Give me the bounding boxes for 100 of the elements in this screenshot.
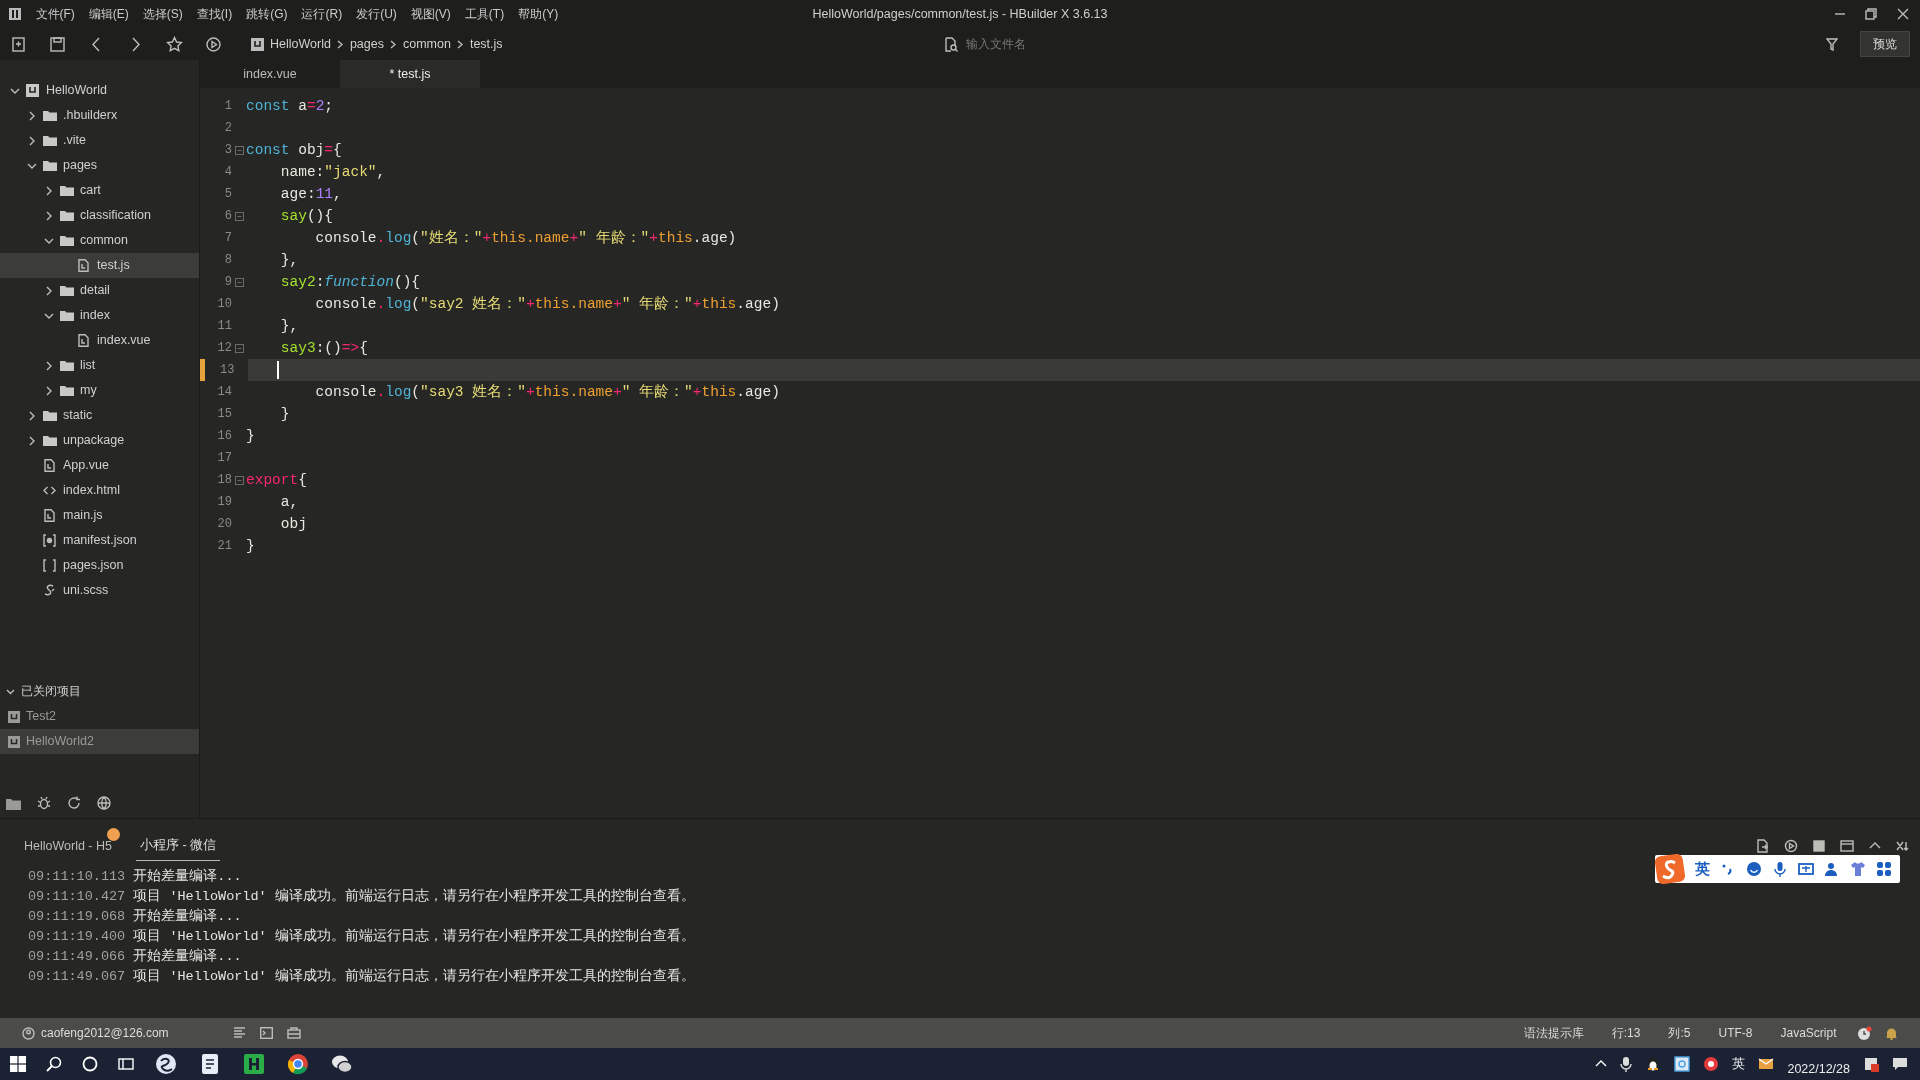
clear-icon[interactable] <box>1896 839 1910 853</box>
breadcrumb-link[interactable]: test.js <box>469 34 503 54</box>
network-icon[interactable] <box>286 1027 301 1039</box>
restore-icon[interactable] <box>1865 8 1878 20</box>
mail-icon[interactable] <box>1758 1057 1775 1071</box>
tree-item[interactable]: index.html <box>0 478 199 503</box>
menu-item[interactable]: 帮助(Y) <box>511 5 566 23</box>
code-line: console.log("say3 姓名："+this.name+" 年龄："+this.age) <box>314 383 781 402</box>
star-icon[interactable] <box>166 35 183 53</box>
status-item[interactable]: 语法提示库 <box>1516 1023 1592 1043</box>
globe-icon[interactable] <box>97 796 111 810</box>
user-icon[interactable] <box>1824 861 1840 877</box>
closed-project-item[interactable]: HelloWorld2 <box>0 729 199 754</box>
bug-icon[interactable] <box>37 796 51 810</box>
console-tab[interactable]: HelloWorld - H5 <box>20 835 116 861</box>
new-file-icon[interactable] <box>10 35 27 53</box>
tree-item[interactable]: App.vue <box>0 453 199 478</box>
browser-icon[interactable] <box>286 1052 310 1076</box>
menu-item[interactable]: 文件(F) <box>28 5 82 23</box>
tree-item[interactable]: uni.scss <box>0 578 199 603</box>
tree-item[interactable]: static <box>0 403 199 428</box>
windows-start-icon[interactable] <box>10 1056 26 1072</box>
tree-item[interactable]: classification <box>0 203 199 228</box>
tree-item[interactable]: .vite <box>0 128 199 153</box>
folder-icon[interactable] <box>6 796 21 810</box>
filter-icon[interactable] <box>1826 37 1838 51</box>
code-line: export{ <box>246 471 308 490</box>
ime-mode[interactable]: 英 <box>1695 857 1710 881</box>
app-logo-icon <box>8 7 22 21</box>
task-view-icon[interactable] <box>118 1056 134 1072</box>
menu-item[interactable]: 编辑(E) <box>81 5 136 23</box>
grid-icon[interactable] <box>1876 861 1892 877</box>
menu-item[interactable]: 视图(V) <box>403 5 458 23</box>
tree-item[interactable]: pages <box>0 153 199 178</box>
status-item[interactable]: 列:5 <box>1660 1023 1698 1043</box>
tree-item[interactable]: index <box>0 303 199 328</box>
status-item[interactable]: JavaScript <box>1772 1023 1844 1043</box>
taskbar-date[interactable]: 2022/12/28 <box>1787 1059 1850 1079</box>
menu-item[interactable]: 选择(S) <box>135 5 190 23</box>
breadcrumb-link[interactable]: pages <box>349 34 384 54</box>
breadcrumb-link[interactable]: HelloWorld <box>270 34 331 54</box>
folder-icon <box>60 309 74 322</box>
record-icon[interactable] <box>1703 1056 1720 1072</box>
menu-item[interactable]: 查找(I) <box>189 5 240 23</box>
circle-icon[interactable] <box>82 1056 98 1072</box>
shirt-icon[interactable] <box>1850 861 1866 877</box>
tree-item[interactable]: detail <box>0 278 199 303</box>
console-tab[interactable]: 小程序 - 微信 <box>136 835 221 861</box>
refresh-icon[interactable] <box>67 796 81 810</box>
search-field[interactable]: 输入文件名 <box>964 34 1164 54</box>
stop-icon[interactable] <box>1812 839 1826 853</box>
list-icon[interactable] <box>232 1027 246 1039</box>
bell-icon[interactable] <box>1885 1026 1898 1040</box>
folder-icon <box>60 384 74 397</box>
tree-item[interactable]: HelloWorld <box>0 78 199 103</box>
editor-app-icon[interactable] <box>242 1052 266 1076</box>
play-icon[interactable] <box>1784 839 1798 853</box>
tree-item[interactable]: unpackage <box>0 428 199 453</box>
close-icon[interactable] <box>1896 8 1909 20</box>
history-icon[interactable] <box>1857 1025 1872 1041</box>
search-icon[interactable] <box>46 1056 62 1072</box>
terminal-icon[interactable] <box>259 1027 273 1039</box>
keyboard-icon[interactable] <box>1798 861 1814 877</box>
status-item[interactable]: UTF-8 <box>1710 1023 1760 1043</box>
preview-button[interactable]: 预览 <box>1860 31 1910 57</box>
menu-item[interactable]: 跳转(G) <box>239 5 295 23</box>
ime-toolbar[interactable]: 英 <box>1655 855 1900 883</box>
editor-tab[interactable]: * test.js <box>340 60 480 88</box>
open-file-icon[interactable] <box>1756 839 1770 853</box>
closed-project-item[interactable]: Test2 <box>0 704 199 729</box>
tree-item[interactable]: list <box>0 353 199 378</box>
account-label[interactable]: caofeng2012@126.com <box>41 1024 169 1042</box>
microphone-icon[interactable] <box>1620 1056 1633 1072</box>
menu-item[interactable]: 工具(T) <box>457 5 512 23</box>
run-icon[interactable] <box>205 35 222 53</box>
panel-icon[interactable] <box>1840 839 1854 853</box>
notes-icon[interactable] <box>1863 1056 1879 1072</box>
menu-item[interactable]: 运行(R) <box>294 5 350 23</box>
tree-item[interactable]: index.vue <box>0 328 199 353</box>
microphone-icon[interactable] <box>1772 861 1788 877</box>
ime-indicator[interactable]: 英 <box>1732 1054 1746 1074</box>
menu-item[interactable]: 发行(U) <box>349 5 404 23</box>
tree-item[interactable]: manifest.json <box>0 528 199 553</box>
tree-item[interactable]: cart <box>0 178 199 203</box>
emoji-icon[interactable] <box>1746 861 1762 877</box>
tree-item[interactable]: main.js <box>0 503 199 528</box>
tree-item[interactable]: my <box>0 378 199 403</box>
tree-item[interactable]: .hbuilderx <box>0 103 199 128</box>
line-number: 20 <box>216 516 232 533</box>
section-header[interactable]: 已关闭项目 <box>0 679 199 704</box>
notification-icon[interactable] <box>1892 1056 1910 1072</box>
window-icon[interactable] <box>1674 1056 1691 1072</box>
tree-item[interactable]: test.js <box>0 253 199 278</box>
tree-item[interactable]: common <box>0 228 199 253</box>
code-line: say2:function(){ <box>279 273 422 292</box>
breadcrumb-link[interactable]: common <box>402 34 451 54</box>
tree-item[interactable]: pages.json <box>0 553 199 578</box>
save-icon[interactable] <box>49 35 66 53</box>
app-icon[interactable] <box>154 1052 178 1076</box>
status-item[interactable]: 行:13 <box>1604 1023 1648 1043</box>
